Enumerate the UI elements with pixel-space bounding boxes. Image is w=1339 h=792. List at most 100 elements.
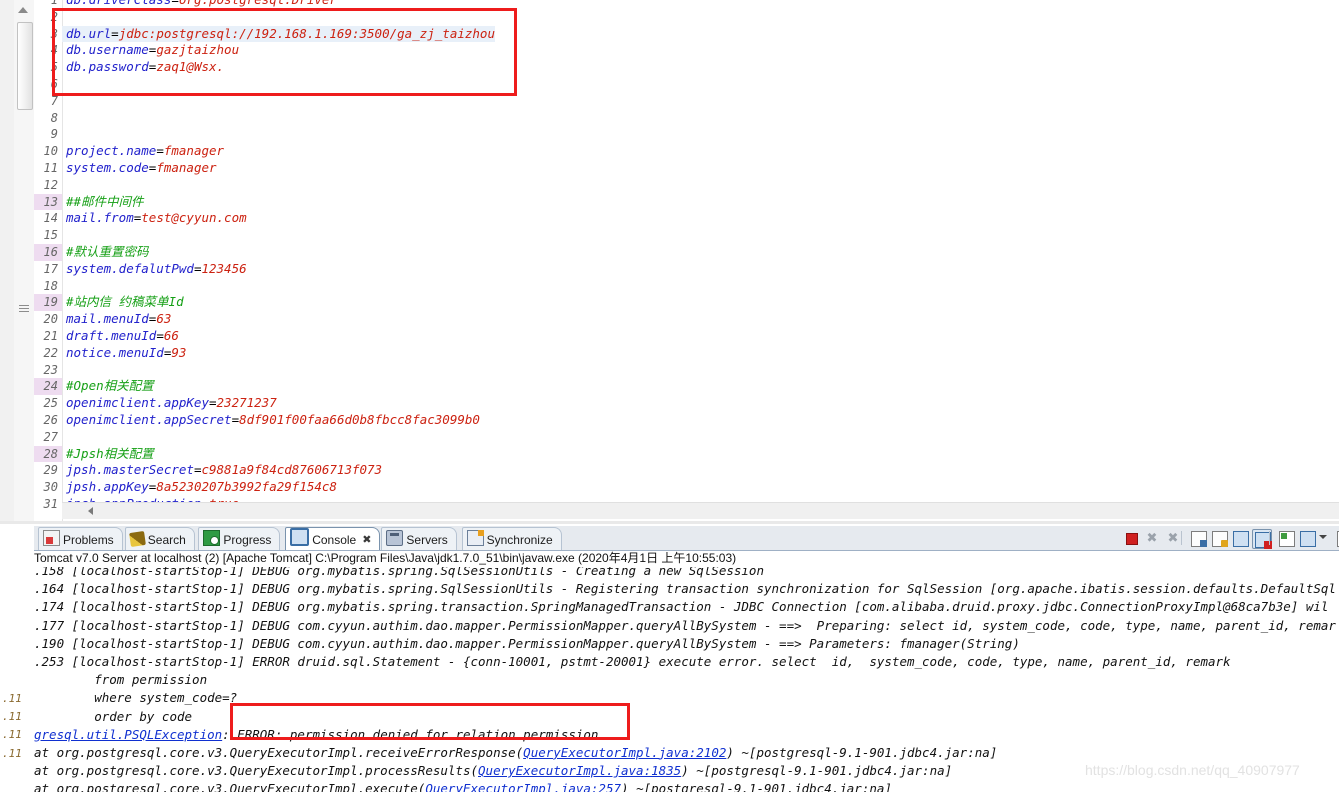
scrollbar-thumb[interactable] xyxy=(17,22,33,110)
stack-frame-source-link[interactable]: QueryExecutorImpl.java:2102 xyxy=(523,745,726,760)
chevron-down-icon[interactable] xyxy=(1319,535,1327,539)
console-left-gutter-residue: .11 .11 .11 .11 xyxy=(0,690,34,792)
toolbar-separator xyxy=(1181,531,1182,545)
editor-line[interactable]: 11 system.code=fmanager xyxy=(34,160,1339,177)
line-content: project.name=fmanager xyxy=(62,143,224,160)
editor-line[interactable]: 3 db.url=jdbc:postgresql://192.168.1.169:… xyxy=(34,25,1339,43)
editor-overview-ruler[interactable] xyxy=(0,0,15,524)
open-console-button[interactable] xyxy=(1335,529,1339,547)
property-key: jpsh.masterSecret xyxy=(66,462,194,478)
editor-line[interactable]: 13 ##邮件中间件 xyxy=(34,193,1339,211)
view-tab-bar[interactable]: Problems Search Progress Console ✖ Servers Syn… xyxy=(34,526,1339,551)
exception-class-link[interactable]: gresql.util.PSQLException xyxy=(34,727,222,742)
line-number: 28 xyxy=(34,445,62,463)
editor-line[interactable]: 29 jpsh.masterSecret=c9881a9f84cd87606713… xyxy=(34,462,1339,479)
editor-line[interactable]: 14 mail.from=test@cyyun.com xyxy=(34,210,1339,227)
editor-code-lines[interactable]: 1db.driverClass=org.postgresql.Driver23d… xyxy=(34,0,1339,510)
synchronize-icon xyxy=(466,530,484,546)
editor-line[interactable]: 6 xyxy=(34,76,1339,93)
property-value: org.postgresql.Driver xyxy=(179,0,337,7)
editor-line[interactable]: 9 xyxy=(34,126,1339,143)
editor-line[interactable]: 1 db.driverClass=org.postgresql.Driver xyxy=(34,0,1339,9)
editor-line[interactable]: 28 #Jpsh相关配置 xyxy=(34,445,1339,463)
line-content: #站内信 约稿菜单Id xyxy=(62,294,184,311)
editor-line[interactable]: 17 system.defalutPwd=123456 xyxy=(34,261,1339,278)
editor-line[interactable]: 26 openimclient.appSecret=8df901f00faa66d… xyxy=(34,412,1339,429)
line-number: 29 xyxy=(43,463,58,478)
line-content: jpsh.masterSecret=c9881a9f84cd87606713f0… xyxy=(62,462,382,479)
line-number: 4 xyxy=(50,43,58,58)
stack-frame-source-link[interactable]: QueryExecutorImpl.java:1835 xyxy=(478,763,681,778)
line-number: 11 xyxy=(43,160,58,175)
tab-label: Progress xyxy=(223,532,272,547)
tab-search[interactable]: Search xyxy=(124,527,195,550)
servers-icon xyxy=(386,530,404,546)
line-number: 5 xyxy=(50,60,58,75)
eclipse-ide-screenshot: 1db.driverClass=org.postgresql.Driver23d… xyxy=(0,0,1339,792)
scroll-left-arrow-icon[interactable] xyxy=(88,507,93,515)
line-number: 2 xyxy=(50,9,58,24)
line-content: ##邮件中间件 xyxy=(62,194,144,211)
editor-line[interactable]: 4 db.username=gazjtaizhou xyxy=(34,42,1339,59)
terminate-button[interactable] xyxy=(1122,529,1140,547)
editor-line[interactable]: 19 #站内信 约稿菜单Id xyxy=(34,294,1339,312)
editor-line[interactable]: 23 xyxy=(34,362,1339,379)
editor-vertical-scrollbar[interactable] xyxy=(14,0,35,524)
display-console-button[interactable] xyxy=(1298,529,1316,547)
editor-line[interactable]: 7 xyxy=(34,93,1339,110)
stack-frame-source-link[interactable]: QueryExecutorImpl.java:257 xyxy=(425,781,621,792)
display-selected-console-icon xyxy=(1300,531,1316,547)
tab-servers[interactable]: Servers xyxy=(381,527,457,550)
console-log-output[interactable]: .158 [localhost-startStop-1] DEBUG org.m… xyxy=(34,567,1339,792)
tab-console[interactable]: Console ✖ xyxy=(285,527,381,551)
editor-line[interactable]: 25 openimclient.appKey=23271237 xyxy=(34,395,1339,412)
console-view[interactable]: Problems Search Progress Console ✖ Servers Syn… xyxy=(34,526,1339,792)
property-key: db.password xyxy=(66,59,149,75)
line-content: jpsh.appKey=8a5230207b3992fa29f154c8 xyxy=(62,479,337,496)
editor-line[interactable]: 20 mail.menuId=63 xyxy=(34,311,1339,328)
editor-line[interactable]: 10 project.name=fmanager xyxy=(34,143,1339,160)
property-key: mail.menuId xyxy=(66,311,149,327)
console-log-line: where system_code=? xyxy=(34,690,238,706)
tab-problems[interactable]: Problems xyxy=(38,527,123,550)
editor-bottom-divider xyxy=(0,521,1339,524)
properties-editor-area[interactable]: 1db.driverClass=org.postgresql.Driver23d… xyxy=(0,0,1339,524)
property-value: gazjtaizhou xyxy=(156,42,240,58)
property-key: openimclient.appKey xyxy=(66,395,209,411)
scroll-lock-button[interactable] xyxy=(1210,529,1228,547)
editor-horizontal-scrollbar[interactable] xyxy=(62,502,1339,519)
scroll-up-arrow-icon[interactable] xyxy=(18,7,28,13)
property-value: 8df901f00faa66d0b8fbcc8fac3099b0 xyxy=(239,411,480,427)
property-key: db.username xyxy=(66,42,149,58)
editor-line[interactable]: 5 db.password=zaq1@Wsx. xyxy=(34,59,1339,76)
property-value: 66 xyxy=(163,327,179,343)
tab-label: Servers xyxy=(406,532,448,547)
line-number: 21 xyxy=(43,328,58,343)
tab-progress[interactable]: Progress xyxy=(198,527,281,550)
property-key: db.url xyxy=(66,25,112,41)
editor-line[interactable]: 2 xyxy=(34,9,1339,26)
editor-line[interactable]: 16 #默认重置密码 xyxy=(34,243,1339,261)
remove-x-icon: ✖ xyxy=(1146,530,1158,545)
tab-synchronize[interactable]: Synchronize xyxy=(461,527,562,550)
console-exception-line[interactable]: gresql.util.PSQLException: ERROR: permis… xyxy=(34,726,1339,744)
editor-line[interactable]: 30 jpsh.appKey=8a5230207b3992fa29f154c8 xyxy=(34,479,1339,496)
editor-line[interactable]: 22 notice.menuId=93 xyxy=(34,345,1339,362)
property-equals: = xyxy=(156,327,164,343)
editor-line[interactable]: 27 xyxy=(34,429,1339,446)
editor-line[interactable]: 24 #Open相关配置 xyxy=(34,378,1339,396)
property-value: 63 xyxy=(156,311,172,327)
editor-line[interactable]: 21 draft.menuId=66 xyxy=(34,328,1339,345)
pin-console-button[interactable] xyxy=(1277,529,1295,547)
editor-line[interactable]: 18 xyxy=(34,278,1339,295)
remove-all-button: ✖ xyxy=(1164,529,1182,547)
line-number: 6 xyxy=(50,76,58,91)
clear-console-button[interactable] xyxy=(1189,529,1207,547)
line-number: 10 xyxy=(43,144,58,159)
show-console-button[interactable] xyxy=(1231,529,1249,547)
close-icon[interactable]: ✖ xyxy=(362,529,371,551)
editor-line[interactable]: 12 xyxy=(34,177,1339,194)
editor-line[interactable]: 8 xyxy=(34,110,1339,127)
line-number: 8 xyxy=(50,110,58,125)
editor-line[interactable]: 15 xyxy=(34,227,1339,244)
